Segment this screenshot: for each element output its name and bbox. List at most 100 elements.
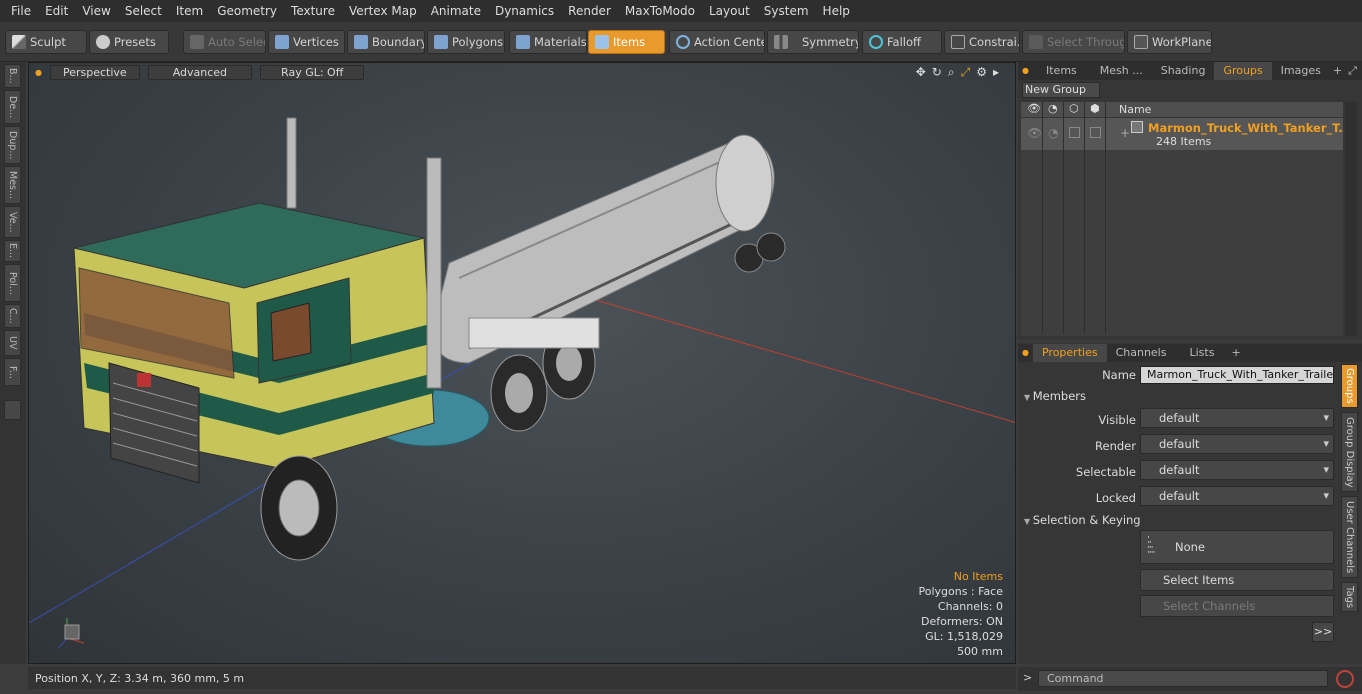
none-button[interactable]: · ·· ··· ···· None — [1140, 530, 1334, 564]
action-center-icon — [676, 35, 690, 49]
record-macro-icon[interactable] — [1336, 670, 1354, 688]
menu-layout[interactable]: Layout — [702, 4, 757, 18]
polygons-button[interactable]: Polygons — [427, 30, 505, 54]
presets-button[interactable]: Presets — [89, 30, 169, 54]
vtab-groups[interactable]: Groups — [1341, 364, 1358, 408]
tab-images[interactable]: Images — [1272, 62, 1330, 80]
visible-label: Visible — [1098, 413, 1136, 427]
workplane-icon — [1134, 35, 1148, 49]
sculpt-icon — [12, 35, 26, 49]
menu-bar: File Edit View Select Item Geometry Text… — [0, 0, 1362, 22]
tab-groups[interactable]: Groups — [1214, 62, 1272, 80]
selection-keying-section-header[interactable]: Selection & Keying — [1024, 513, 1141, 527]
render-label: Render — [1095, 439, 1136, 453]
menu-view[interactable]: View — [75, 4, 117, 18]
tab-channels[interactable]: Channels — [1107, 344, 1176, 362]
menu-select[interactable]: Select — [118, 4, 169, 18]
expand-more-button[interactable]: >> — [1312, 622, 1334, 642]
left-tab-curve[interactable]: C... — [4, 304, 21, 328]
symmetry-button[interactable]: Symmetry — [767, 30, 859, 54]
select-channels-button[interactable]: Select Channels — [1140, 595, 1334, 617]
select-lock-icon[interactable]: ⬡ — [1069, 102, 1079, 115]
members-section-header[interactable]: Members — [1024, 389, 1086, 403]
visible-dropdown[interactable]: default — [1140, 408, 1334, 428]
action-center-button[interactable]: Action Center — [669, 30, 765, 54]
boundary-button[interactable]: Boundary — [347, 30, 425, 54]
menu-help[interactable]: Help — [816, 4, 857, 18]
menu-dynamics[interactable]: Dynamics — [488, 4, 561, 18]
column-divider — [1042, 102, 1043, 334]
falloff-button[interactable]: Falloff — [862, 30, 942, 54]
tab-lists[interactable]: Lists — [1175, 344, 1228, 362]
vertices-button[interactable]: Vertices1 — [268, 30, 345, 54]
materials-button[interactable]: Materials — [509, 30, 587, 54]
tab-mesh[interactable]: Mesh ... — [1091, 62, 1152, 80]
left-tab-duplicate[interactable]: Dup... — [4, 126, 21, 164]
selectable-label: Selectable — [1075, 465, 1136, 479]
menu-file[interactable]: File — [4, 4, 38, 18]
auto-select-button[interactable]: Auto Select — [183, 30, 266, 54]
command-input[interactable]: Command — [1038, 670, 1328, 687]
vtab-user-channels[interactable]: User Channels — [1341, 496, 1358, 578]
menu-texture[interactable]: Texture — [284, 4, 342, 18]
left-tab-deform[interactable]: De... — [4, 90, 21, 124]
left-tab-basic[interactable]: B... — [4, 64, 21, 88]
menu-render[interactable]: Render — [561, 4, 618, 18]
sculpt-button[interactable]: Sculpt — [5, 30, 87, 54]
menu-maxtomodo[interactable]: MaxToModo — [618, 4, 702, 18]
tab-items[interactable]: Items — [1032, 62, 1091, 80]
properties-menu-dot[interactable]: ● — [1018, 344, 1033, 362]
add-tab-icon[interactable]: + — [1330, 62, 1345, 80]
render-icon[interactable]: ◔ — [1048, 102, 1058, 115]
menu-edit[interactable]: Edit — [38, 4, 75, 18]
left-tab-vertex[interactable]: Ve... — [4, 206, 21, 238]
group-row[interactable]: 👁 ◔ + Marmon_Truck_With_Tanker_T... 248 … — [1021, 118, 1344, 150]
menu-geometry[interactable]: Geometry — [210, 4, 284, 18]
vtab-tags[interactable]: Tags — [1341, 582, 1358, 612]
menu-animate[interactable]: Animate — [424, 4, 488, 18]
constraints-button[interactable]: Constrai... — [944, 30, 1020, 54]
panel-menu-dot[interactable]: ● — [1018, 62, 1032, 80]
group-list-scrollbar[interactable] — [1345, 102, 1357, 336]
items-button[interactable]: Items — [588, 30, 665, 54]
scene-render — [29, 117, 1015, 649]
symmetry-icon — [774, 35, 788, 49]
group-name-label[interactable]: Marmon_Truck_With_Tanker_T... — [1148, 121, 1344, 135]
visibility-eye-icon[interactable]: 👁 — [1027, 102, 1041, 115]
row-render-icon[interactable]: ◔ — [1048, 126, 1058, 140]
dotted-selection-icon: · ·· ··· ···· — [1147, 533, 1156, 558]
select-items-button[interactable]: Select Items — [1140, 569, 1334, 591]
menu-vertex-map[interactable]: Vertex Map — [342, 4, 424, 18]
add-properties-tab-icon[interactable]: + — [1228, 344, 1243, 362]
row-eye-icon[interactable]: 👁 — [1027, 126, 1042, 140]
menu-item[interactable]: Item — [169, 4, 210, 18]
vtab-group-display[interactable]: Group Display — [1341, 412, 1358, 492]
selectable-dropdown[interactable]: default — [1140, 460, 1334, 480]
3d-viewport[interactable]: ● Perspective Advanced Ray GL: Off ✥ ↻ ⌕… — [28, 62, 1016, 664]
row-select-checkbox[interactable] — [1069, 127, 1080, 138]
column-name-header[interactable]: Name — [1119, 103, 1151, 116]
left-tab-mesh[interactable]: Mes... — [4, 166, 21, 204]
left-tab-fusion[interactable]: F... — [4, 358, 21, 386]
exhaust-stack-left — [286, 117, 297, 209]
lock-icon[interactable]: ⬢ — [1090, 102, 1100, 115]
expand-icon[interactable]: + — [1120, 126, 1130, 140]
left-tab-polygon[interactable]: Pol... — [4, 264, 21, 302]
left-tab-extra[interactable] — [4, 400, 21, 420]
select-through-button[interactable]: Select Through — [1022, 30, 1125, 54]
tab-properties[interactable]: Properties — [1032, 344, 1107, 362]
menu-system[interactable]: System — [757, 4, 816, 18]
exhaust-stack-right — [426, 157, 442, 389]
row-lock-checkbox[interactable] — [1090, 127, 1101, 138]
locked-dropdown[interactable]: default — [1140, 486, 1334, 506]
new-group-button[interactable]: New Group — [1022, 82, 1100, 98]
left-tab-uv[interactable]: UV — [4, 330, 21, 356]
name-field[interactable]: Marmon_Truck_With_Tanker_Trailer (3 — [1140, 366, 1334, 384]
maximize-panel-icon[interactable]: ⤢ — [1345, 62, 1360, 80]
tab-shading[interactable]: Shading — [1152, 62, 1215, 80]
left-tab-edge[interactable]: E... — [4, 240, 21, 262]
gl-count-info: GL: 1,518,029 — [925, 630, 1003, 643]
group-list-empty-area[interactable] — [1021, 150, 1343, 336]
workplane-button[interactable]: WorkPlane — [1127, 30, 1212, 54]
render-dropdown[interactable]: default — [1140, 434, 1334, 454]
